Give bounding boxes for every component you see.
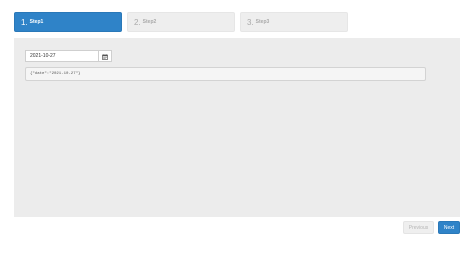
json-output: {"date":"2021-10-27"} [25,67,426,81]
previous-button[interactable]: Previous [403,221,434,234]
step-content-panel: {"date":"2021-10-27"} [14,38,460,217]
calendar-button[interactable] [98,50,112,62]
step-label: Step1 [29,19,44,25]
step-number: 1. [21,17,28,27]
step-label: Step3 [255,19,270,25]
step-tab-1[interactable]: 1. Step1 [14,12,122,32]
step-number: 3. [247,17,254,27]
wizard-steps: 1. Step1 2. Step2 3. Step3 [14,12,352,32]
date-input[interactable] [25,50,99,62]
wizard-page: 1. Step1 2. Step2 3. Step3 2021-10-27 {"… [0,0,474,266]
calendar-icon [102,47,108,65]
step-number: 2. [134,17,141,27]
next-button[interactable]: Next [438,221,460,234]
step-tab-2[interactable]: 2. Step2 [127,12,235,32]
step-tab-3[interactable]: 3. Step3 [240,12,348,32]
step-label: Step2 [142,19,157,25]
